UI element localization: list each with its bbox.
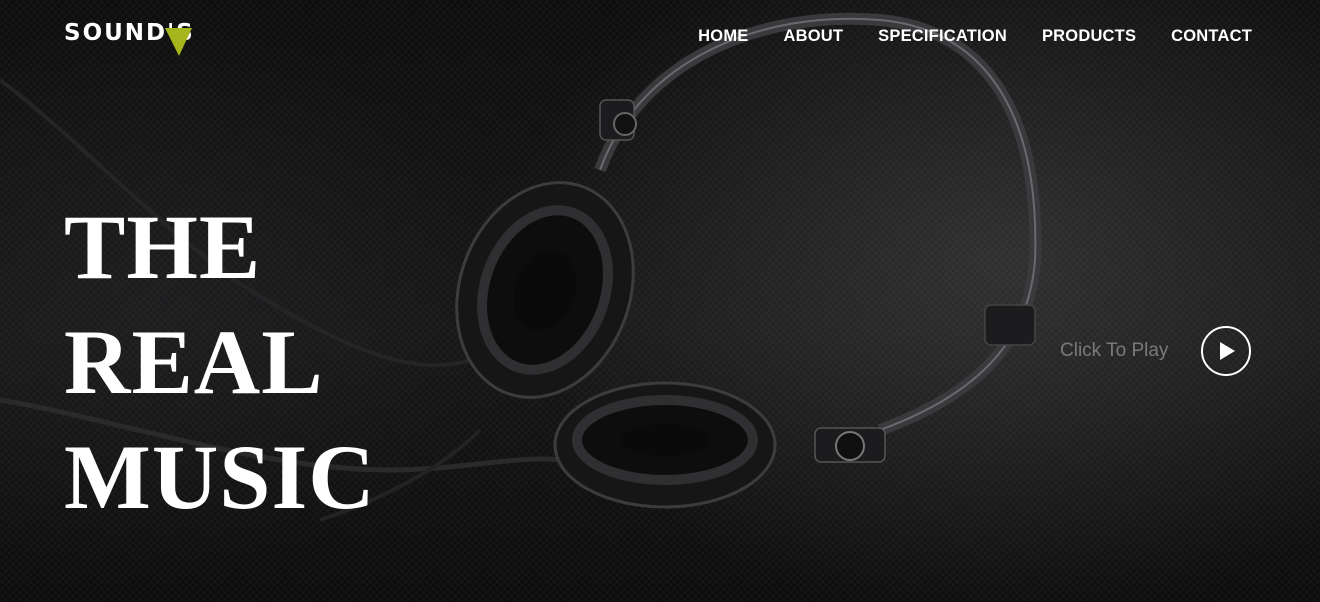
play-label[interactable]: Click To Play bbox=[1060, 340, 1168, 362]
play-button[interactable] bbox=[1201, 326, 1252, 376]
hero-headline: THE REAL MUSIC bbox=[64, 190, 376, 535]
nav-products-link[interactable]: PRODUCTS bbox=[1042, 27, 1136, 46]
play-control: Click To Play bbox=[1060, 326, 1252, 376]
nav-about-link[interactable]: ABOUT bbox=[783, 27, 843, 46]
nav-contact-link[interactable]: CONTACT bbox=[1171, 27, 1252, 46]
headline-line-1: THE bbox=[64, 196, 262, 298]
play-icon bbox=[1220, 342, 1236, 360]
headline-line-2: REAL bbox=[64, 311, 324, 413]
triangle-icon bbox=[165, 28, 192, 56]
nav-specification-link[interactable]: SPECIFICATION bbox=[878, 27, 1007, 46]
main-navigation: HOME ABOUT SPECIFICATION PRODUCTS CONTAC… bbox=[698, 27, 1252, 46]
nav-home-link[interactable]: HOME bbox=[698, 27, 748, 46]
headline-line-3: MUSIC bbox=[64, 426, 376, 528]
